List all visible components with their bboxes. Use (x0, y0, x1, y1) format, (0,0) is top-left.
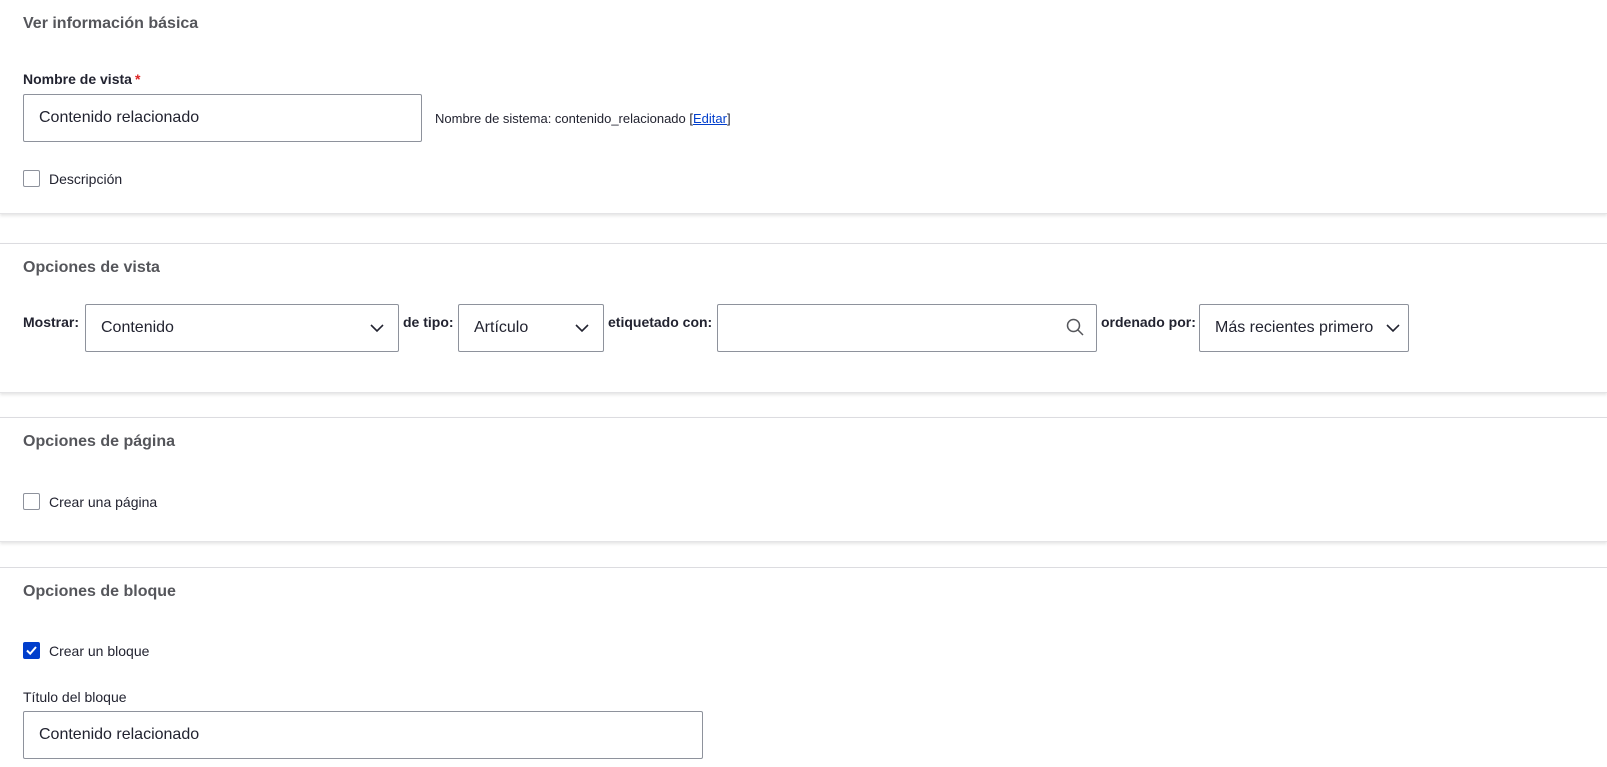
sort-select-value: Más recientes primero (1215, 319, 1374, 336)
required-marker: * (134, 71, 141, 87)
view-options-title: Opciones de vista (23, 259, 160, 276)
checkmark-icon (26, 646, 37, 656)
machine-name-suffix: ] (726, 111, 731, 126)
chevron-down-icon (575, 324, 589, 333)
tagged-label: etiquetado con: (608, 314, 713, 330)
create-block-checkbox[interactable] (23, 642, 40, 659)
search-icon (1066, 318, 1084, 336)
create-page-label: Crear una página (49, 493, 158, 510)
basic-info-section: Ver información básica Nombre de vista * … (0, 0, 1607, 214)
create-block-checkbox-row[interactable]: Crear un bloque (23, 642, 149, 659)
view-name-label-text: Nombre de vista (23, 71, 132, 87)
show-select[interactable]: Contenido (85, 304, 399, 352)
sort-select[interactable]: Más recientes primero (1199, 304, 1409, 352)
description-label: Descripción (49, 170, 123, 187)
description-checkbox-row[interactable]: Descripción (23, 170, 122, 187)
type-select-value: Artículo (474, 319, 529, 336)
chevron-down-icon (1386, 324, 1400, 333)
machine-name-text: Nombre de sistema: contenido_relacionado… (435, 111, 731, 126)
sort-label: ordenado por: (1101, 314, 1196, 330)
page-options-title: Opciones de página (23, 433, 176, 450)
view-name-label: Nombre de vista * (23, 71, 140, 87)
type-select[interactable]: Artículo (458, 304, 604, 352)
block-title-input[interactable] (23, 711, 703, 759)
block-title-label: Título del bloque (23, 689, 127, 705)
machine-name-edit-link[interactable]: Editar (693, 111, 727, 126)
page-options-section: Opciones de página Crear una página (0, 417, 1607, 542)
create-block-label: Crear un bloque (49, 642, 150, 659)
tagged-input[interactable] (717, 304, 1097, 352)
chevron-down-icon (370, 324, 384, 333)
basic-info-title: Ver información básica (23, 15, 199, 32)
description-checkbox[interactable] (23, 170, 40, 187)
show-label: Mostrar: (23, 314, 80, 330)
create-page-checkbox[interactable] (23, 493, 40, 510)
create-page-checkbox-row[interactable]: Crear una página (23, 493, 157, 510)
machine-name-prefix: Nombre de sistema: contenido_relacionado… (435, 111, 693, 126)
type-label: de tipo: (403, 314, 454, 330)
block-options-section: Opciones de bloque Crear un bloque Títul… (0, 567, 1607, 767)
view-name-input[interactable] (23, 94, 422, 142)
view-options-section: Opciones de vista Mostrar: Contenido de … (0, 243, 1607, 393)
show-select-value: Contenido (101, 319, 174, 336)
block-options-title: Opciones de bloque (23, 583, 176, 600)
